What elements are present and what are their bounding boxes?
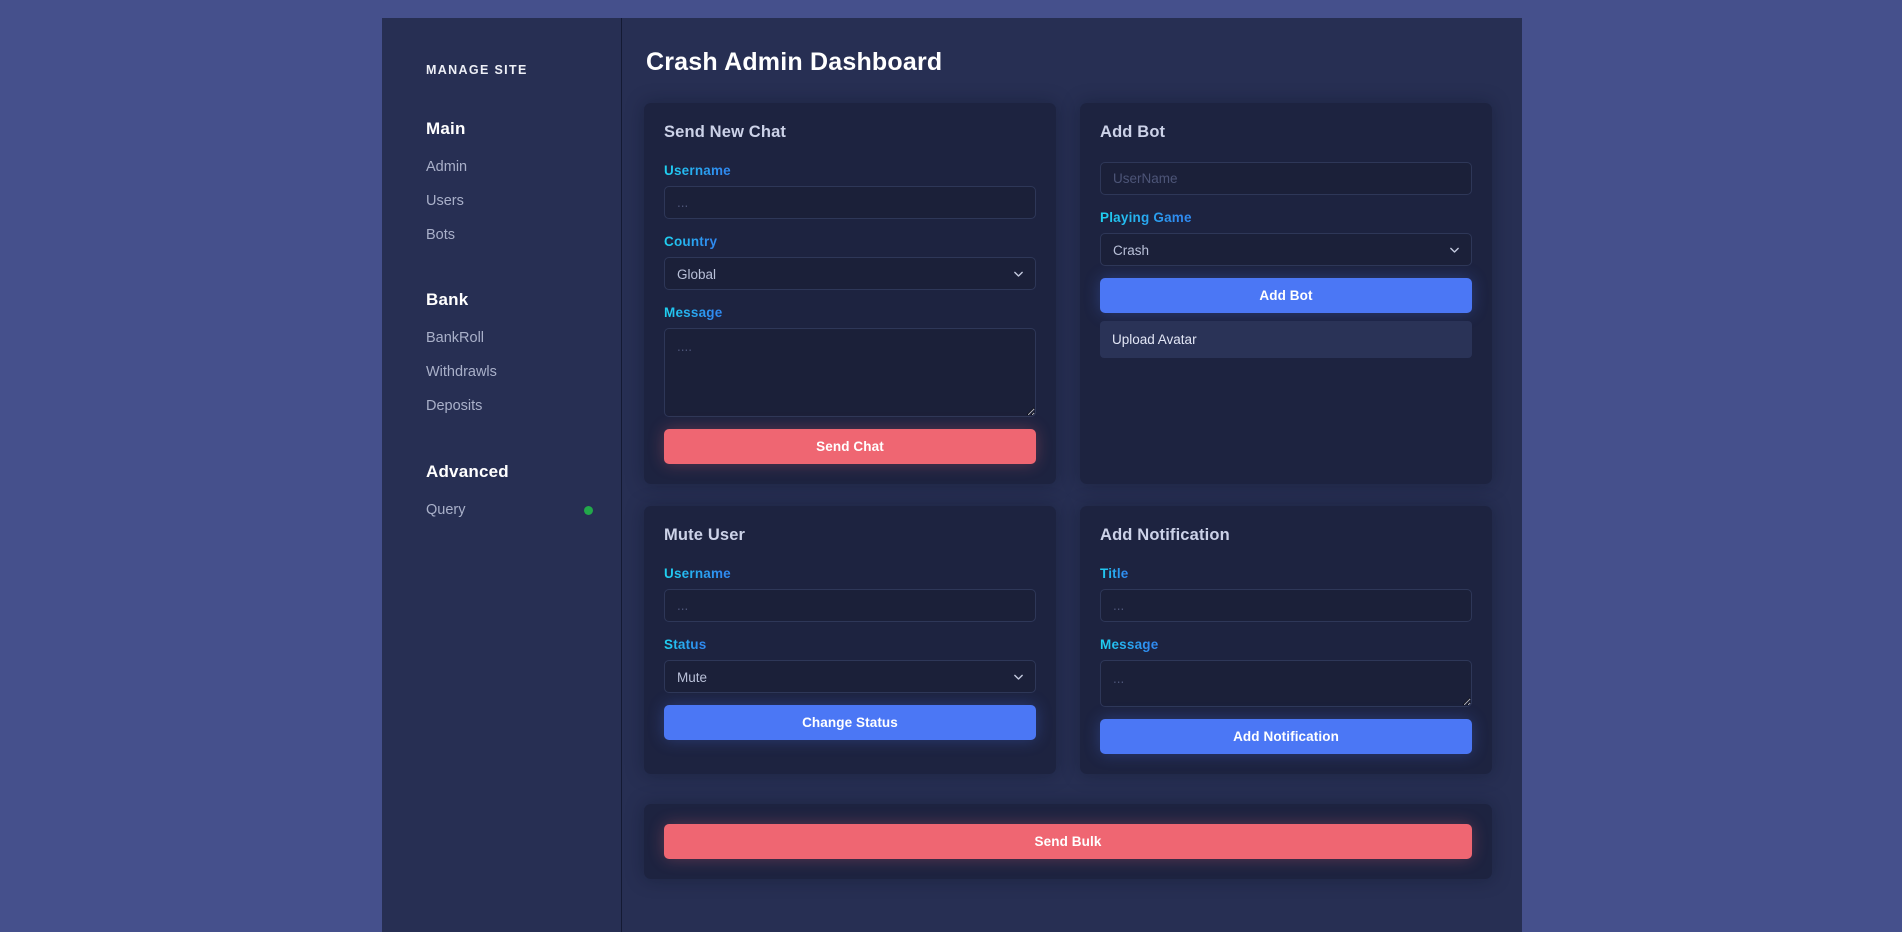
- sidebar-item-label: Withdrawls: [426, 362, 497, 384]
- notification-message-textarea[interactable]: [1100, 660, 1472, 707]
- field-chat-message: Message: [664, 304, 1036, 417]
- nav-group-title-main: Main: [382, 119, 621, 139]
- sidebar-item-bankroll[interactable]: BankRoll: [382, 322, 621, 356]
- field-notification-title: Title: [1100, 565, 1472, 622]
- label-bot-game: Playing Game: [1100, 210, 1192, 225]
- sidebar-item-bots[interactable]: Bots: [382, 219, 621, 253]
- upload-avatar-button[interactable]: Upload Avatar: [1100, 321, 1472, 358]
- field-mute-username: Username: [664, 565, 1036, 622]
- label-mute-username: Username: [664, 566, 731, 581]
- nav-group-advanced: Advanced Query: [382, 462, 621, 528]
- label-chat-message: Message: [664, 305, 722, 320]
- add-bot-button[interactable]: Add Bot: [1100, 278, 1472, 313]
- sidebar-item-label: Admin: [426, 157, 467, 179]
- page-title: Crash Admin Dashboard: [646, 48, 1492, 77]
- main-content: Crash Admin Dashboard Send New Chat User…: [622, 18, 1522, 932]
- brand-title: MANAGE SITE: [382, 63, 621, 77]
- sidebar-item-withdrawls[interactable]: Withdrawls: [382, 356, 621, 390]
- chat-username-input[interactable]: [664, 186, 1036, 219]
- send-bulk-button[interactable]: Send Bulk: [664, 824, 1472, 859]
- nav-group-main: Main Admin Users Bots: [382, 119, 621, 252]
- mute-username-input[interactable]: [664, 589, 1036, 622]
- bot-username-input[interactable]: [1100, 162, 1472, 195]
- label-mute-status: Status: [664, 637, 706, 652]
- cards-grid: Send New Chat Username Country Global: [644, 103, 1492, 879]
- sidebar-item-users[interactable]: Users: [382, 185, 621, 219]
- mute-status-select[interactable]: Mute: [664, 660, 1036, 693]
- card-title-send-new-chat: Send New Chat: [664, 123, 1036, 142]
- nav-group-title-advanced: Advanced: [382, 462, 621, 482]
- bot-game-select[interactable]: Crash: [1100, 233, 1472, 266]
- sidebar-item-label: Users: [426, 191, 464, 213]
- card-title-add-notification: Add Notification: [1100, 526, 1472, 545]
- sidebar-item-label: Bots: [426, 225, 455, 247]
- app-window: MANAGE SITE Main Admin Users Bots Bank B…: [382, 18, 1522, 932]
- sidebar-item-admin[interactable]: Admin: [382, 151, 621, 185]
- add-notification-button[interactable]: Add Notification: [1100, 719, 1472, 754]
- notification-title-input[interactable]: [1100, 589, 1472, 622]
- sidebar: MANAGE SITE Main Admin Users Bots Bank B…: [382, 18, 622, 932]
- sidebar-item-label: BankRoll: [426, 328, 484, 350]
- card-add-notification: Add Notification Title Message Add Notif…: [1080, 506, 1492, 774]
- field-mute-status: Status Mute: [664, 636, 1036, 693]
- change-status-button[interactable]: Change Status: [664, 705, 1036, 740]
- label-chat-country: Country: [664, 234, 717, 249]
- card-title-mute-user: Mute User: [664, 526, 1036, 545]
- chat-message-textarea[interactable]: [664, 328, 1036, 417]
- nav-group-bank: Bank BankRoll Withdrawls Deposits: [382, 290, 621, 423]
- sidebar-item-label: Deposits: [426, 396, 482, 418]
- sidebar-item-label: Query: [426, 500, 466, 522]
- sidebar-item-query[interactable]: Query: [382, 494, 621, 528]
- card-title-add-bot: Add Bot: [1100, 123, 1472, 142]
- card-send-new-chat: Send New Chat Username Country Global: [644, 103, 1056, 484]
- label-notification-message: Message: [1100, 637, 1158, 652]
- card-add-bot: Add Bot Playing Game Crash Ad: [1080, 103, 1492, 484]
- nav-group-title-bank: Bank: [382, 290, 621, 310]
- label-notification-title: Title: [1100, 566, 1129, 581]
- sidebar-item-deposits[interactable]: Deposits: [382, 390, 621, 424]
- field-chat-username: Username: [664, 162, 1036, 219]
- card-send-bulk: Send Bulk: [644, 804, 1492, 879]
- card-mute-user: Mute User Username Status Mute: [644, 506, 1056, 774]
- field-bot-username: [1100, 162, 1472, 195]
- label-chat-username: Username: [664, 163, 731, 178]
- field-bot-game: Playing Game Crash: [1100, 209, 1472, 266]
- status-online-dot-icon: [584, 506, 593, 515]
- field-chat-country: Country Global: [664, 233, 1036, 290]
- field-notification-message: Message: [1100, 636, 1472, 707]
- send-chat-button[interactable]: Send Chat: [664, 429, 1036, 464]
- chat-country-select[interactable]: Global: [664, 257, 1036, 290]
